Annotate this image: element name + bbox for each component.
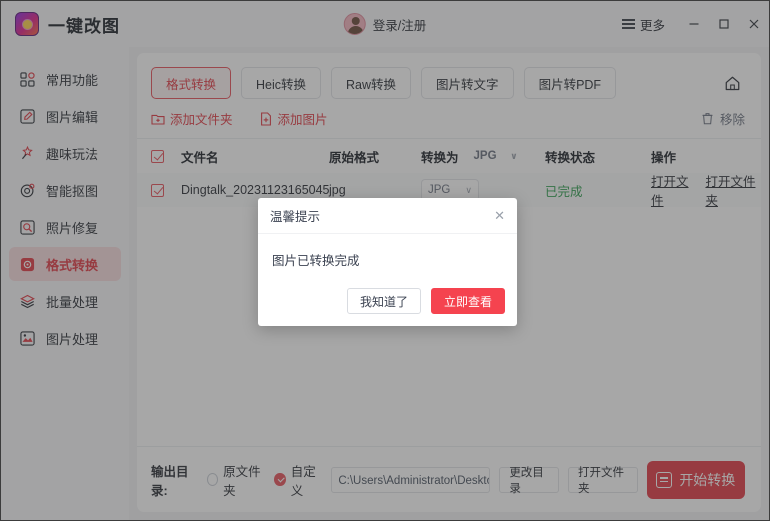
dialog-close-icon[interactable]: ✕ — [494, 209, 505, 222]
dialog-dismiss-button[interactable]: 我知道了 — [346, 288, 421, 314]
application-window: 一键改图 登录/注册 更多 常用功能 图片编辑 趣味玩法 智能抠图 照片修复 格… — [0, 0, 770, 521]
dialog-title: 温馨提示 — [270, 210, 321, 224]
dialog-view-button[interactable]: 立即查看 — [430, 288, 505, 314]
dialog-view-label: 立即查看 — [443, 294, 492, 309]
dialog-message: 图片已转换完成 — [272, 254, 360, 268]
dialog-header: 温馨提示 ✕ — [258, 198, 517, 234]
dialog-footer: 我知道了 立即查看 — [258, 288, 517, 326]
dialog-dismiss-label: 我知道了 — [359, 294, 408, 309]
notice-dialog: 温馨提示 ✕ 图片已转换完成 我知道了 立即查看 — [258, 198, 517, 326]
